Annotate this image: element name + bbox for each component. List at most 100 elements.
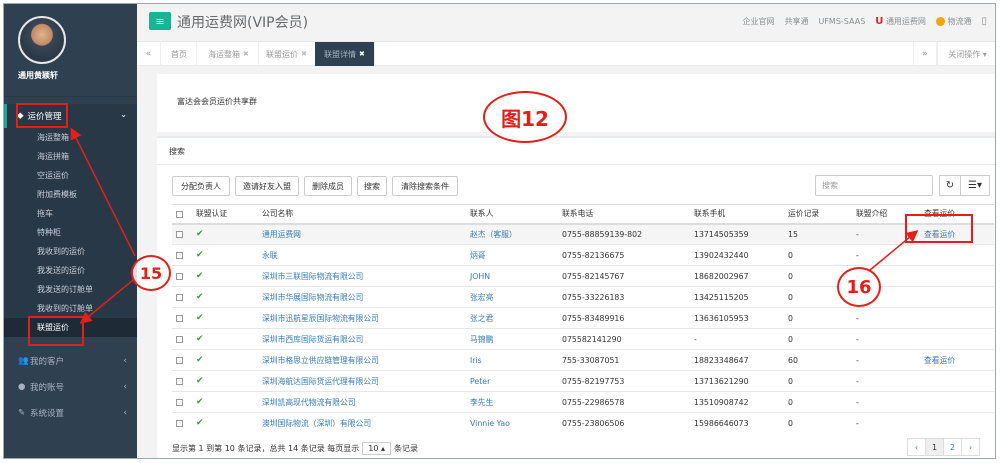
link-company-site[interactable]: 企业官网 (742, 16, 774, 27)
page-1-button[interactable]: 1 (925, 438, 944, 456)
clear-search-button[interactable]: 清除搜索条件 (392, 176, 458, 196)
table-row[interactable]: ✔ 澳圳国际物流（深圳）有限公司 Vinnie Yao 0755-2380650… (172, 412, 994, 434)
company-name[interactable]: 深圳市格思立供应链管理有限公司 (258, 349, 466, 371)
company-name[interactable]: 澳圳国际物流（深圳）有限公司 (258, 412, 466, 434)
contact-name[interactable]: Vinnie Yao (466, 412, 558, 434)
tab-scroll-left-button[interactable]: « (137, 42, 161, 66)
link-ufms[interactable]: UFMS-SAAS (818, 17, 865, 26)
refresh-button[interactable]: ↻ (939, 175, 961, 196)
contact-name[interactable]: 李先生 (466, 391, 558, 413)
link-logistics[interactable]: 物流通 (935, 16, 971, 27)
view-rates-link[interactable] (920, 328, 994, 350)
sidebar-subitem[interactable]: 拖车 (4, 204, 137, 223)
view-rates-link[interactable] (920, 244, 994, 266)
row-checkbox[interactable] (172, 391, 192, 413)
view-rates-link[interactable]: 查看运价 (920, 349, 994, 371)
row-checkbox[interactable] (172, 370, 192, 392)
view-rates-link[interactable] (920, 307, 994, 329)
view-rates-link[interactable] (920, 286, 994, 308)
table-row[interactable]: ✔ 深圳海航达国际货运代理有限公司 Peter 0755-82197753 13… (172, 370, 994, 392)
close-icon[interactable]: ✖ (359, 50, 365, 58)
sidebar-subitem[interactable]: 空运运价 (4, 166, 137, 185)
company-name[interactable]: 通用运费网 (258, 223, 466, 245)
tab-ocean-fcl[interactable]: 海运整箱 ✖ (199, 42, 259, 66)
table-row[interactable]: ✔ 永联 炳哥 0755-82136675 13902432440 0 - (172, 244, 994, 266)
link-freight-site[interactable]: U 通用运费网 (875, 16, 926, 27)
table-row[interactable]: ✔ 通用运费网 赵杰（客服） 0755-88859139-802 1371450… (172, 223, 994, 245)
table-row[interactable]: ✔ 深圳市西库国际货运有限公司 马锦鹏 075582141290 - 0 - (172, 328, 994, 350)
page-size-select[interactable]: 10 ▴ (362, 442, 391, 455)
page-2-button[interactable]: 2 (943, 438, 962, 456)
delete-member-button[interactable]: 删除成员 (304, 176, 352, 196)
tab-alliance-details[interactable]: 联盟详情 ✖ (315, 42, 375, 66)
view-rates-link[interactable] (920, 412, 994, 434)
row-checkbox[interactable] (172, 286, 192, 308)
row-checkbox[interactable] (172, 265, 192, 287)
view-rates-link[interactable] (920, 391, 994, 413)
row-checkbox[interactable] (172, 412, 192, 434)
invite-friend-button[interactable]: 邀请好友入盟 (235, 176, 299, 196)
next-page-button[interactable]: › (961, 438, 980, 456)
contact-name[interactable]: Iris (466, 349, 558, 371)
avatar[interactable] (18, 16, 66, 64)
company-name[interactable]: 永联 (258, 244, 466, 266)
alliance-intro: - (852, 328, 920, 350)
sidebar-subitem[interactable]: 我收到的运价 (4, 242, 137, 261)
sidebar-item-my-customers[interactable]: 👥 我的客户 ‹ (4, 348, 137, 374)
search-button[interactable]: 搜索 (357, 176, 387, 196)
sidebar-item-system-settings[interactable]: ✎ 系统设置 ‹ (4, 400, 137, 426)
table-row[interactable]: ✔ 深圳凯高现代物流有限公司 李先生 0755-22986578 1351090… (172, 391, 994, 413)
row-checkbox[interactable] (172, 307, 192, 329)
view-rates-link[interactable] (920, 370, 994, 392)
column-header[interactable]: 联盟认证 (192, 204, 258, 225)
column-header[interactable]: 联系电话 (558, 204, 690, 225)
close-operations-dropdown[interactable]: 关闭操作 ▾ (937, 42, 995, 66)
assign-owner-button[interactable]: 分配负责人 (172, 176, 230, 196)
view-rates-link[interactable] (920, 265, 994, 287)
sidebar-subitem[interactable]: 海运整箱 (4, 128, 137, 147)
prev-page-button[interactable]: ‹ (907, 438, 926, 456)
company-name[interactable]: 深圳市三联国际物流有限公司 (258, 265, 466, 287)
sidebar-subitem[interactable]: 附加费模板 (4, 185, 137, 204)
company-name[interactable]: 深圳市西库国际货运有限公司 (258, 328, 466, 350)
link-share[interactable]: 共享通 (784, 16, 808, 27)
contact-name[interactable]: 赵杰（客服） (466, 223, 558, 245)
contact-name[interactable]: 马锦鹏 (466, 328, 558, 350)
contact-name[interactable]: 张宏亮 (466, 286, 558, 308)
company-name[interactable]: 深圳海航达国际货运代理有限公司 (258, 370, 466, 392)
tab-scroll-right-button[interactable]: » (913, 42, 937, 66)
contact-name[interactable]: 炳哥 (466, 244, 558, 266)
table-row[interactable]: ✔ 深圳市格思立供应链管理有限公司 Iris 755-33087051 1882… (172, 349, 994, 371)
close-icon[interactable]: ✖ (243, 50, 249, 58)
company-name[interactable]: 深圳市迅航星辰国际物流有限公司 (258, 307, 466, 329)
columns-toggle-button[interactable]: ☰▾ (960, 175, 990, 196)
contact-name[interactable]: JOHN (466, 265, 558, 287)
close-icon[interactable]: ✖ (301, 50, 307, 58)
sidebar-subitem[interactable]: 海运拼箱 (4, 147, 137, 166)
column-header[interactable]: 公司名称 (258, 204, 466, 225)
notification-icon[interactable]: ▯ (981, 16, 987, 27)
row-checkbox[interactable] (172, 349, 192, 371)
sidebar-item-my-account[interactable]: ● 我的账号 ‹ (4, 374, 137, 400)
table-row[interactable]: ✔ 深圳市迅航星辰国际物流有限公司 张之君 0755-83489916 1363… (172, 307, 994, 329)
column-header[interactable]: 运价记录 (784, 204, 852, 225)
sidebar-subitem[interactable]: 特种柜 (4, 223, 137, 242)
company-name[interactable]: 深圳市华展国际物流有限公司 (258, 286, 466, 308)
column-header[interactable]: 联系人 (466, 204, 558, 225)
search-input[interactable]: 搜索 (815, 175, 933, 196)
menu-toggle-button[interactable]: ≡ (149, 12, 171, 30)
sidebar-subitem[interactable]: 我发送的订舱单 (4, 280, 137, 299)
tab-home[interactable]: 首页 (162, 42, 197, 66)
company-name[interactable]: 深圳凯高现代物流有限公司 (258, 391, 466, 413)
chevron-down-icon: ⌄ (120, 110, 127, 119)
row-checkbox[interactable] (172, 223, 192, 245)
contact-name[interactable]: 张之君 (466, 307, 558, 329)
tab-alliance-rates[interactable]: 联盟运价 ✖ (257, 42, 317, 66)
row-checkbox[interactable] (172, 244, 192, 266)
sidebar-subitem[interactable]: 我发送的运价 (4, 261, 137, 280)
select-all-checkbox[interactable] (172, 204, 192, 225)
contact-name[interactable]: Peter (466, 370, 558, 392)
row-checkbox[interactable] (172, 328, 192, 350)
column-header[interactable]: 联系手机 (690, 204, 784, 225)
site-title: 通用运费网(VIP会员) (177, 15, 309, 31)
